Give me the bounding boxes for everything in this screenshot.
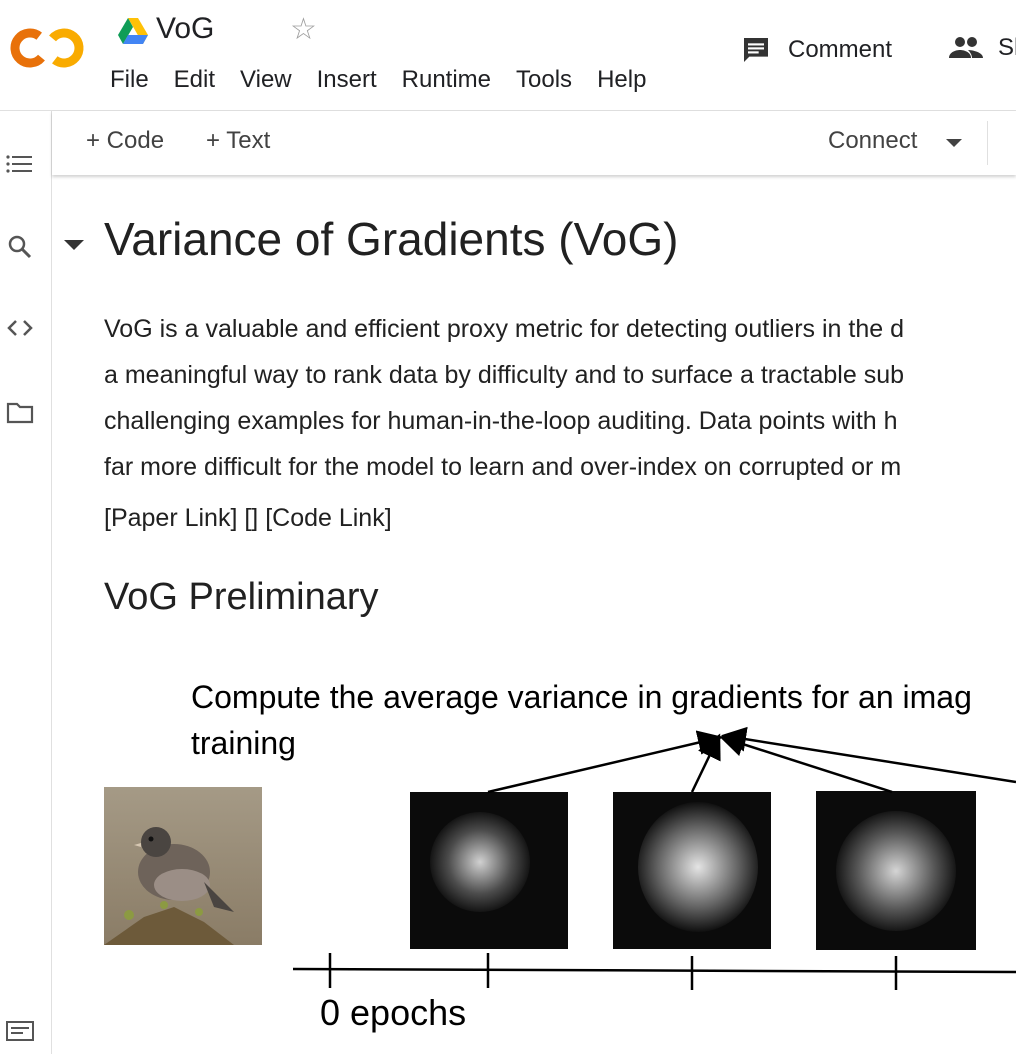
section-collapse-caret-icon[interactable] bbox=[64, 240, 84, 250]
comment-label: Comment bbox=[788, 36, 893, 63]
paragraph-line: far more difficult for the model to lear… bbox=[104, 453, 902, 481]
toolbar-divider bbox=[987, 121, 988, 165]
paragraph-line: VoG is a valuable and efficient proxy me… bbox=[104, 315, 904, 343]
share-button[interactable]: Sh bbox=[948, 34, 1016, 62]
share-label: Sh bbox=[998, 34, 1016, 61]
menu-insert[interactable]: Insert bbox=[317, 66, 377, 94]
notebook-title[interactable]: VoG bbox=[156, 12, 214, 46]
search-icon[interactable] bbox=[5, 231, 35, 261]
figure-title-line: Compute the average variance in gradient… bbox=[191, 679, 972, 715]
star-icon[interactable]: ☆ bbox=[290, 12, 317, 48]
left-sidebar bbox=[0, 111, 52, 1054]
add-text-button[interactable]: + Text bbox=[206, 127, 270, 155]
people-icon bbox=[949, 37, 983, 58]
menu-view[interactable]: View bbox=[240, 66, 292, 94]
connect-dropdown-caret-icon[interactable] bbox=[946, 139, 962, 147]
menu-bar: File Edit View Insert Runtime Tools Help bbox=[110, 66, 671, 94]
menu-edit[interactable]: Edit bbox=[174, 66, 215, 94]
comment-icon bbox=[744, 38, 768, 62]
app-header: VoG ☆ File Edit View Insert Runtime Tool… bbox=[0, 0, 1016, 111]
folder-icon[interactable] bbox=[5, 397, 35, 427]
timeline-label: 0 epochs bbox=[320, 992, 467, 1033]
table-of-contents-icon[interactable] bbox=[5, 149, 35, 179]
description-paragraph: VoG is a valuable and efficient proxy me… bbox=[104, 306, 904, 490]
add-code-button[interactable]: + Code bbox=[86, 127, 164, 155]
subsection-heading: VoG Preliminary bbox=[104, 576, 379, 618]
bird-photo bbox=[104, 787, 262, 945]
cell-toolbar: + Code + Text Connect bbox=[52, 111, 1016, 175]
connect-button[interactable]: Connect bbox=[828, 127, 917, 155]
links-line: [Paper Link] [] [Code Link] bbox=[104, 504, 392, 532]
comment-button[interactable]: Comment bbox=[740, 34, 892, 66]
section-heading: Variance of Gradients (VoG) bbox=[104, 213, 679, 265]
paragraph-line: challenging examples for human-in-the-lo… bbox=[104, 407, 898, 435]
colab-logo[interactable] bbox=[10, 24, 86, 72]
menu-runtime[interactable]: Runtime bbox=[402, 66, 491, 94]
terminal-icon[interactable] bbox=[5, 1016, 35, 1046]
google-drive-icon[interactable] bbox=[118, 18, 148, 44]
menu-tools[interactable]: Tools bbox=[516, 66, 572, 94]
menu-help[interactable]: Help bbox=[597, 66, 646, 94]
paragraph-line: a meaningful way to rank data by difficu… bbox=[104, 361, 904, 389]
code-snippets-icon[interactable] bbox=[5, 313, 35, 343]
menu-file[interactable]: File bbox=[110, 66, 149, 94]
